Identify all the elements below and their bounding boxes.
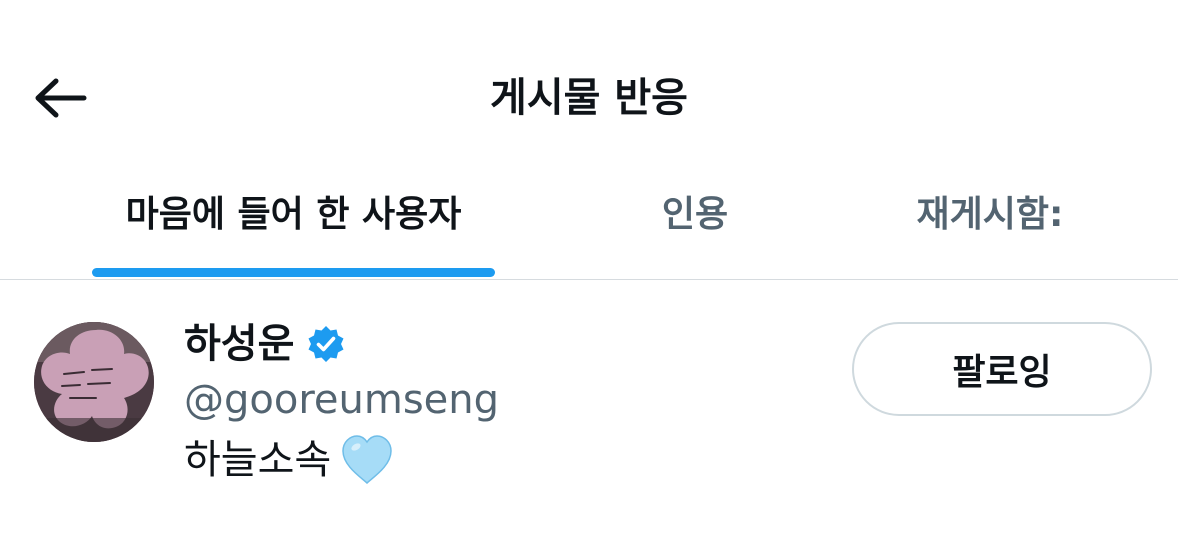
post-engagements-screen: 게시물 반응 마음에 들어 한 사용자 인용 재게시함: 하성운 @gooreu… xyxy=(0,0,1178,552)
display-name-row: 하성운 xyxy=(184,316,346,372)
header: 게시물 반응 xyxy=(0,0,1178,190)
tab-label: 재게시함: xyxy=(916,194,1064,235)
verified-badge-icon xyxy=(308,326,344,362)
user-handle[interactable]: @gooreumseng xyxy=(184,374,499,426)
bio-text: 하늘소속 xyxy=(184,437,332,483)
avatar-image xyxy=(34,322,154,442)
active-tab-indicator xyxy=(92,268,495,277)
tab-bar: 마음에 들어 한 사용자 인용 재게시함: xyxy=(0,170,1178,280)
user-bio: 하늘소속 xyxy=(184,430,395,490)
following-button-label: 팔로잉 xyxy=(952,352,1052,393)
page-title: 게시물 반응 xyxy=(490,75,688,121)
tab-label: 인용 xyxy=(661,194,729,235)
tab-label: 마음에 들어 한 사용자 xyxy=(125,194,462,235)
tab-quotes[interactable]: 인용 xyxy=(600,185,790,277)
following-button[interactable]: 팔로잉 xyxy=(852,322,1152,416)
tab-likes[interactable]: 마음에 들어 한 사용자 xyxy=(92,185,495,277)
user-cell[interactable]: 하성운 @gooreumseng 하늘소속 팔로잉 xyxy=(0,280,1178,552)
tab-reposts[interactable]: 재게시함: xyxy=(860,185,1120,277)
display-name[interactable]: 하성운 xyxy=(184,316,294,372)
light-blue-heart-icon xyxy=(342,435,392,484)
avatar[interactable] xyxy=(34,322,154,442)
